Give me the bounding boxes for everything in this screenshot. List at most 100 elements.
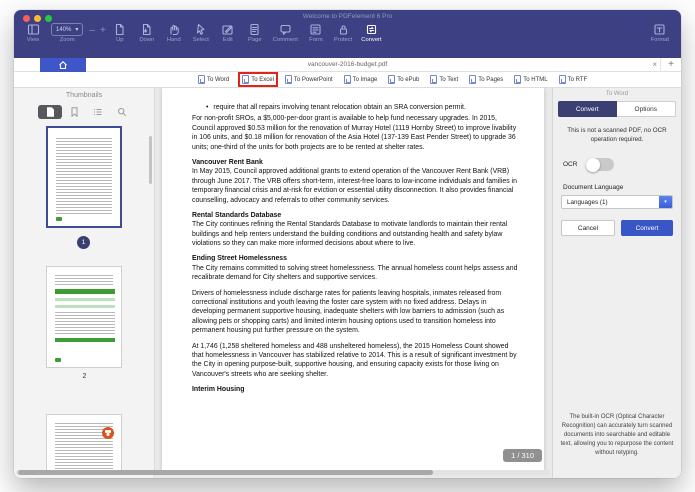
to-word-button[interactable]: To Word bbox=[196, 74, 231, 85]
edit-pencil-icon bbox=[221, 23, 234, 36]
thumbnails-tab[interactable] bbox=[38, 105, 62, 119]
pdf-page-content: • require that all repairs involving ten… bbox=[162, 88, 544, 395]
traffic-lights bbox=[23, 15, 52, 22]
zoom-window-button[interactable] bbox=[45, 15, 52, 22]
protect-button[interactable]: Protect bbox=[334, 23, 352, 43]
select-tool-button[interactable]: Select bbox=[192, 23, 210, 43]
convert-icon bbox=[365, 23, 378, 36]
table-rows bbox=[55, 312, 115, 334]
format-button[interactable]: Format bbox=[651, 23, 669, 43]
sidebar-title: Thumbnails bbox=[14, 92, 154, 99]
to-image-button[interactable]: To Image bbox=[342, 74, 380, 85]
to-pages-label: To Pages bbox=[478, 77, 503, 83]
zoom-control: 140% ▾ Zoom bbox=[51, 23, 83, 43]
table-footer-green bbox=[55, 338, 115, 342]
page-up-button[interactable]: Up bbox=[111, 23, 129, 43]
convert-button[interactable]: Convert bbox=[361, 23, 381, 43]
outline-tab[interactable] bbox=[86, 105, 110, 119]
lock-icon bbox=[337, 23, 350, 36]
panel-buttons: Cancel Convert bbox=[561, 220, 673, 236]
page-indicator: 1 / 310 bbox=[503, 449, 542, 462]
thumbnail-text-lines bbox=[56, 138, 112, 216]
page-button[interactable]: Page bbox=[246, 23, 264, 43]
minimize-window-button[interactable] bbox=[34, 15, 41, 22]
file-icon bbox=[344, 75, 351, 84]
paragraph: The City continues refining the Rental S… bbox=[192, 220, 518, 248]
hand-tool-button[interactable]: Hand bbox=[165, 23, 183, 43]
app-window: Welcome to PDFelement 6 Pro View 140% ▾ … bbox=[14, 10, 681, 478]
file-icon bbox=[388, 75, 395, 84]
edit-label: Edit bbox=[223, 37, 233, 43]
zoom-label: Zoom bbox=[60, 37, 75, 43]
select-tool-label: Select bbox=[193, 37, 209, 43]
panel-tabs: Convert Options bbox=[558, 101, 676, 117]
file-icon bbox=[242, 75, 249, 84]
form-label: Form bbox=[309, 37, 323, 43]
to-text-button[interactable]: To Text bbox=[428, 74, 460, 85]
to-rtf-label: To RTF bbox=[568, 77, 588, 83]
scrollbar-thumb[interactable] bbox=[18, 470, 433, 475]
comment-button[interactable]: Comment bbox=[273, 23, 298, 43]
ocr-toggle[interactable] bbox=[586, 158, 614, 171]
tab-convert[interactable]: Convert bbox=[558, 101, 617, 117]
file-icon bbox=[559, 75, 566, 84]
new-tab-icon[interactable]: + bbox=[660, 58, 674, 72]
page-thumbnail-2[interactable] bbox=[46, 266, 122, 368]
to-pages-button[interactable]: To Pages bbox=[467, 74, 505, 85]
file-icon bbox=[430, 75, 437, 84]
edit-button[interactable]: Edit bbox=[219, 23, 237, 43]
city-seal-logo bbox=[102, 427, 114, 439]
language-value: Languages (1) bbox=[562, 199, 659, 206]
paragraph: In May 2015, Council approved additional… bbox=[192, 167, 518, 205]
to-epub-button[interactable]: To ePub bbox=[386, 74, 421, 85]
to-word-label: To Word bbox=[207, 77, 229, 83]
to-html-label: To HTML bbox=[523, 77, 547, 83]
close-tab-icon[interactable]: × bbox=[652, 58, 657, 72]
convert-action-button[interactable]: Convert bbox=[621, 220, 673, 236]
sidebar-scrollbar[interactable] bbox=[149, 136, 152, 184]
ocr-description: The built-in OCR (Optical Character Reco… bbox=[559, 413, 675, 458]
horizontal-scrollbar[interactable] bbox=[16, 470, 550, 475]
convert-panel: To Word Convert Options This is not a sc… bbox=[552, 88, 681, 478]
form-button[interactable]: Form bbox=[307, 23, 325, 43]
paragraph: For non-profit SROs, a $5,000-per-door g… bbox=[192, 114, 518, 152]
cancel-button[interactable]: Cancel bbox=[561, 220, 615, 236]
to-html-button[interactable]: To HTML bbox=[512, 74, 549, 85]
hand-icon bbox=[167, 23, 180, 36]
ocr-status-message: This is not a scanned PDF, no OCR operat… bbox=[561, 126, 673, 144]
page-thumbnail-3[interactable] bbox=[46, 414, 122, 474]
protect-label: Protect bbox=[334, 37, 352, 43]
to-rtf-button[interactable]: To RTF bbox=[557, 74, 590, 85]
toolbar: View 140% ▾ Zoom – + Up Down Hand bbox=[14, 20, 681, 43]
page-thumbnail-1[interactable] bbox=[46, 126, 122, 228]
comment-bubble-icon bbox=[279, 23, 292, 36]
paragraph: At 1,746 (1,258 sheltered homeless and 4… bbox=[192, 342, 518, 380]
main-area: Thumbnails 1 bbox=[14, 88, 681, 478]
section-heading: Rental Standards Database bbox=[192, 211, 518, 220]
zoom-dropdown[interactable]: 140% ▾ bbox=[51, 23, 83, 36]
to-excel-label: To Excel bbox=[251, 77, 274, 83]
document-language-label: Document Language bbox=[563, 184, 681, 191]
page-label: Page bbox=[248, 37, 262, 43]
hand-tool-label: Hand bbox=[167, 37, 181, 43]
close-window-button[interactable] bbox=[23, 15, 30, 22]
convert-label: Convert bbox=[361, 37, 381, 43]
to-excel-button[interactable]: To Excel bbox=[238, 72, 278, 87]
language-select[interactable]: Languages (1) ▾ bbox=[561, 195, 673, 209]
bullet-text: require that all repairs involving tenan… bbox=[213, 103, 465, 112]
search-tab[interactable] bbox=[110, 105, 134, 119]
document-tab[interactable]: vancouver-2016-budget.pdf bbox=[14, 58, 681, 72]
view-button[interactable]: View bbox=[24, 23, 42, 43]
tab-options[interactable]: Options bbox=[617, 101, 677, 117]
zoom-out-button[interactable]: – bbox=[89, 24, 95, 37]
to-powerpoint-button[interactable]: To PowerPoint bbox=[283, 74, 335, 85]
thumbnail-page-icon bbox=[46, 107, 55, 117]
bookmarks-tab[interactable] bbox=[62, 105, 86, 119]
page-number-badge: 1 bbox=[77, 236, 90, 249]
file-icon bbox=[514, 75, 521, 84]
table-row bbox=[55, 305, 115, 308]
page-down-button[interactable]: Down bbox=[138, 23, 156, 43]
zoom-in-button[interactable]: + bbox=[100, 24, 106, 37]
vancouver-logo-small bbox=[55, 358, 61, 362]
ocr-row: OCR bbox=[563, 158, 681, 171]
